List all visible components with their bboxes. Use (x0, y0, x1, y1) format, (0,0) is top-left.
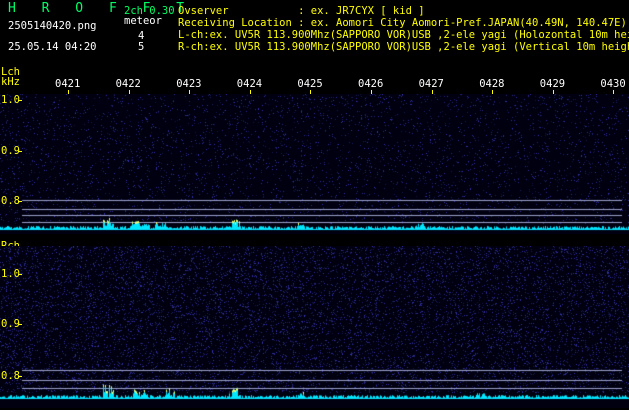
time-tick-label: 0430 (600, 78, 626, 90)
lch-freq-tick-mark (18, 201, 22, 202)
rch-freq-tick-mark (18, 376, 22, 377)
time-tick-label: 0425 (297, 78, 323, 90)
location-line: Receiving Location : ex. Aomori City Aom… (178, 17, 627, 29)
rch-freq-tick-mark (18, 324, 22, 325)
time-tick-label: 0429 (539, 78, 566, 90)
lch-freq-tick-mark (18, 151, 22, 152)
time-tick-label: 0422 (115, 78, 141, 90)
datetime: 25.05.14 04:20 (8, 41, 97, 53)
meteor-count-r: 5 (138, 41, 145, 53)
time-tick-label: 0421 (55, 78, 81, 90)
rch-spectrogram: 1.0 0.9 0.8 (0, 246, 629, 408)
lch-info-line: L-ch:ex. UV5R 113.900Mhz(SAPPORO VOR)USB… (178, 29, 629, 41)
lch-freq-tick-mark (18, 100, 22, 101)
observer-line: Ovserver : ex. JR7CYX [ kid ] (178, 5, 425, 17)
lch-spectrogram: 1.0 0.9 0.8 (0, 94, 629, 234)
file-name: 2505140420.png (8, 20, 97, 32)
time-tick-label: 0424 (236, 78, 263, 90)
time-axis: 0421 0422 0423 0424 0425 0426 0427 0428 0429 0430 (0, 78, 629, 96)
meteor-label: meteor (124, 15, 162, 27)
time-tick-label: 0428 (479, 78, 505, 90)
rch-info-line: R-ch:ex. UV5R 113.900Mhz(SAPPORO VOR)USB… (178, 41, 629, 53)
rch-freq-tick-mark (18, 274, 22, 275)
time-tick-label: 0426 (358, 78, 384, 90)
time-tick-label: 0423 (176, 78, 202, 90)
time-tick-label: 0427 (418, 78, 444, 90)
